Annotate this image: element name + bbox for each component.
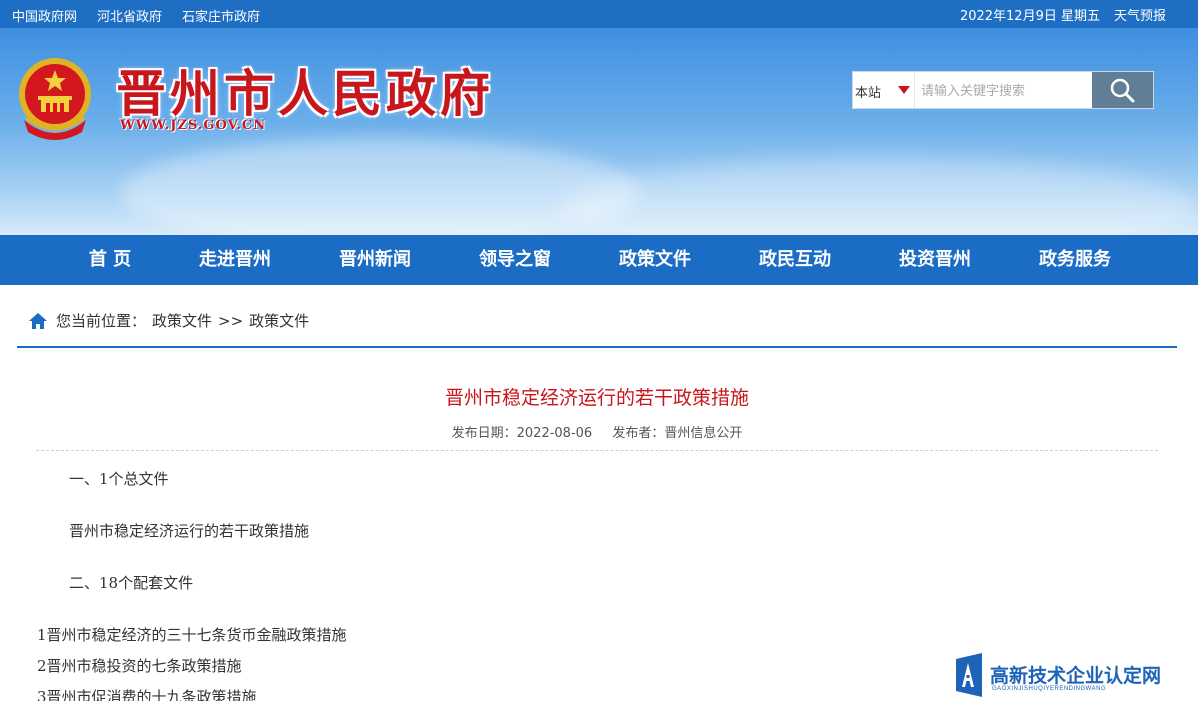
nav-services[interactable]: 政务服务 <box>1005 235 1145 285</box>
search-box: 本站 <box>852 71 1154 109</box>
watermark-text: 高新技术企业认定网 <box>990 665 1162 687</box>
breadcrumb: 您当前位置： 政策文件 >> 政策文件 <box>28 310 309 331</box>
main-nav: 首 页 走进晋州 晋州新闻 领导之窗 政策文件 政民互动 投资晋州 政务服务 <box>0 235 1198 285</box>
breadcrumb-divider <box>17 346 1177 348</box>
site-url: WWW.JZS.GOV.CN <box>120 118 267 133</box>
watermark-subtext: GAOXINJISHUQIYERENDINGWANG <box>992 686 1107 692</box>
nav-investment[interactable]: 投资晋州 <box>865 235 1005 285</box>
article-paragraph: 一、1个总文件 <box>69 470 169 488</box>
header-banner: 晋州市人民政府 WWW.JZS.GOV.CN 本站 <box>0 28 1198 235</box>
search-scope-select[interactable]: 本站 <box>853 72 915 108</box>
national-emblem-icon <box>19 58 91 140</box>
nav-policy[interactable]: 政策文件 <box>585 235 725 285</box>
weather-link[interactable]: 天气预报 <box>1114 5 1166 24</box>
home-icon <box>29 312 47 329</box>
search-button[interactable] <box>1092 72 1153 108</box>
publish-date: 发布日期：2022-08-06 <box>451 426 593 441</box>
search-scope-label: 本站 <box>855 86 882 101</box>
publisher: 发布者：晋州信息公开 <box>612 426 743 441</box>
nav-leaders[interactable]: 领导之窗 <box>445 235 585 285</box>
breadcrumb-item-policy-current[interactable]: 政策文件 <box>249 310 309 331</box>
top-bar: 中国政府网 河北省政府 石家庄市政府 2022年12月9日 星期五 天气预报 <box>0 0 1198 28</box>
link-china-gov[interactable]: 中国政府网 <box>12 6 77 25</box>
search-input[interactable] <box>921 78 1091 102</box>
current-date: 2022年12月9日 星期五 <box>959 9 1100 24</box>
search-icon <box>1110 78 1135 103</box>
breadcrumb-prefix: 您当前位置： <box>56 312 147 330</box>
list-item: 3晋州市促消费的十九条政策措施 <box>37 688 257 701</box>
watermark-logo-icon <box>956 653 982 697</box>
site-title[interactable]: 晋州市人民政府 <box>116 54 494 126</box>
article-title: 晋州市稳定经济运行的若干政策措施 <box>444 387 749 409</box>
link-hebei-gov[interactable]: 河北省政府 <box>97 6 162 25</box>
list-item: 2晋州市稳投资的七条政策措施 <box>37 657 242 675</box>
meta-divider <box>36 450 1158 451</box>
nav-about-jinzhou[interactable]: 走进晋州 <box>165 235 305 285</box>
nav-news[interactable]: 晋州新闻 <box>305 235 445 285</box>
top-links: 中国政府网 河北省政府 石家庄市政府 <box>12 6 260 25</box>
breadcrumb-item-policy[interactable]: 政策文件 <box>152 310 212 331</box>
link-shijiazhuang-gov[interactable]: 石家庄市政府 <box>182 6 260 25</box>
article-meta: 发布日期：2022-08-06 发布者：晋州信息公开 <box>0 422 1194 441</box>
article-paragraph: 晋州市稳定经济运行的若干政策措施 <box>69 522 310 540</box>
list-item: 1晋州市稳定经济的三十七条货币金融政策措施 <box>37 626 347 644</box>
nav-home[interactable]: 首 页 <box>55 235 165 285</box>
article-paragraph: 二、18个配套文件 <box>69 574 194 592</box>
nav-interaction[interactable]: 政民互动 <box>725 235 865 285</box>
breadcrumb-separator: >> <box>218 311 244 330</box>
chevron-down-icon <box>898 86 910 94</box>
watermark: 高新技术企业认定网 GAOXINJISHUQIYERENDINGWANG <box>952 651 1196 701</box>
